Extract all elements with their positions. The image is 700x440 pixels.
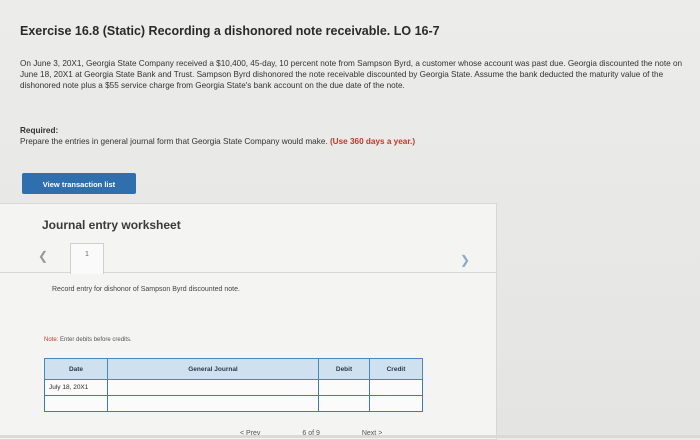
required-emphasis: (Use 360 days a year.) (329, 137, 416, 146)
worksheet-note: Note: Enter debits before credits. (44, 337, 132, 343)
debit-cell[interactable] (318, 379, 370, 396)
tab-entry-1[interactable]: 1 (70, 243, 104, 274)
date-cell[interactable]: July 18, 20X1 (44, 379, 108, 396)
worksheet-nav: ❮ 1 ❯ (0, 239, 496, 274)
debit-cell[interactable] (318, 395, 370, 412)
account-cell[interactable] (107, 395, 319, 412)
view-transaction-list-button[interactable]: View transaction list (22, 173, 136, 194)
table-header-row: Date General Journal Debit Credit (44, 358, 423, 380)
date-cell[interactable] (44, 395, 108, 412)
chevron-right-icon[interactable]: ❯ (460, 253, 470, 267)
note-label: Note: (44, 337, 59, 343)
header-debit: Debit (318, 358, 370, 380)
required-label: Required: (20, 126, 59, 135)
worksheet-instruction: Record entry for dishonor of Sampson Byr… (52, 286, 240, 293)
header-date: Date (44, 358, 108, 380)
journal-entry-worksheet: Journal entry worksheet ❮ 1 ❯ Record ent… (0, 203, 497, 440)
header-credit: Credit (369, 358, 423, 380)
chevron-left-icon[interactable]: ❮ (38, 249, 48, 263)
worksheet-title: Journal entry worksheet (42, 218, 181, 232)
header-general-journal: General Journal (107, 358, 319, 380)
journal-table: Date General Journal Debit Credit July 1… (44, 358, 423, 412)
required-instruction: Prepare the entries in general journal f… (20, 137, 328, 146)
credit-cell[interactable] (369, 395, 423, 412)
note-text: Enter debits before credits. (60, 337, 132, 343)
required-text: Prepare the entries in general journal f… (20, 137, 415, 146)
account-cell[interactable] (107, 379, 319, 396)
table-row: July 18, 20X1 (44, 379, 423, 396)
problem-statement: On June 3, 20X1, Georgia State Company r… (20, 59, 683, 90)
exercise-title: Exercise 16.8 (Static) Recording a disho… (20, 24, 440, 38)
credit-cell[interactable] (369, 379, 423, 396)
table-row (44, 395, 423, 412)
page: Exercise 16.8 (Static) Recording a disho… (0, 0, 700, 440)
